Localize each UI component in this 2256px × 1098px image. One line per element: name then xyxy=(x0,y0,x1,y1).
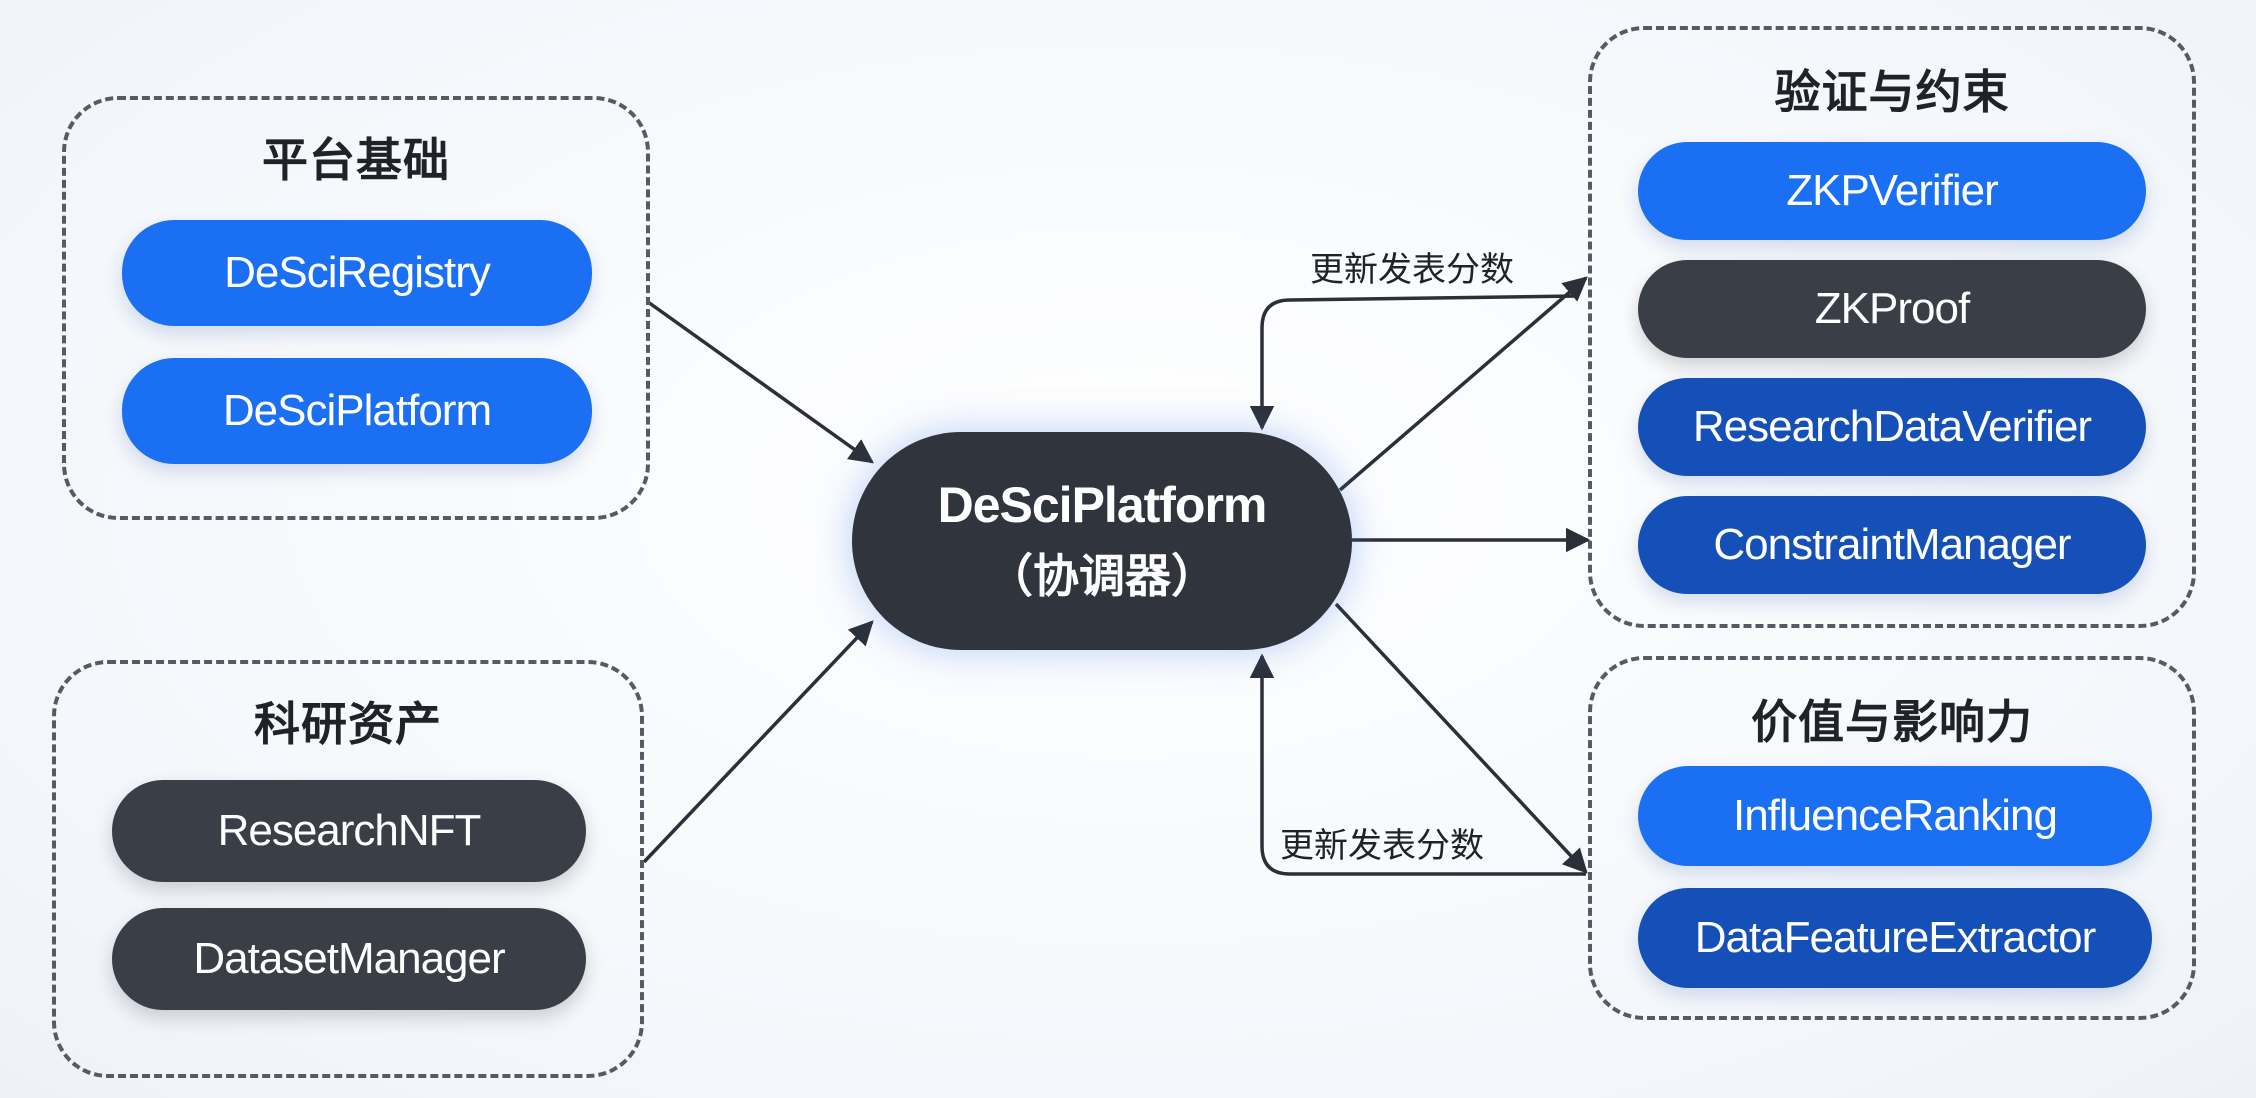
center-node-desciplatform-coordinator[interactable]: DeSciPlatform （协调器） xyxy=(852,432,1352,650)
node-constraintmanager[interactable]: ConstraintManager xyxy=(1638,496,2146,594)
node-datasetmanager[interactable]: DatasetManager xyxy=(112,908,586,1010)
node-researchnft[interactable]: ResearchNFT xyxy=(112,780,586,882)
group-title: 验证与约束 xyxy=(1774,65,2010,119)
node-datafeatureextractor[interactable]: DataFeatureExtractor xyxy=(1638,888,2152,988)
group-title: 平台基础 xyxy=(262,133,450,187)
group-research-assets: 科研资产 ResearchNFT DatasetManager xyxy=(52,660,644,1078)
node-influenceranking[interactable]: InfluenceRanking xyxy=(1638,766,2152,866)
arrow-assets-to-center xyxy=(642,620,874,864)
group-platform-foundation: 平台基础 DeSciRegistry DeSciPlatform xyxy=(62,96,650,520)
edge-label-bottom: 更新发表分数 xyxy=(1280,826,1484,866)
group-verification-constraints: 验证与约束 ZKPVerifier ZKProof ResearchDataVe… xyxy=(1588,26,2196,628)
arrow-center-to-verify-top xyxy=(1338,276,1588,492)
edge-label-top: 更新发表分数 xyxy=(1310,250,1514,290)
node-zkproof[interactable]: ZKProof xyxy=(1638,260,2146,358)
node-zkpverifier[interactable]: ZKPVerifier xyxy=(1638,142,2146,240)
loop-arrow-top xyxy=(1249,294,1579,431)
node-researchdataverifier[interactable]: ResearchDataVerifier xyxy=(1638,378,2146,476)
group-title: 科研资产 xyxy=(254,697,442,751)
node-desciplatform[interactable]: DeSciPlatform xyxy=(122,358,592,464)
center-node-name: DeSciPlatform xyxy=(937,477,1268,533)
arrow-platform-to-center xyxy=(646,300,874,464)
group-title: 价值与影响力 xyxy=(1751,695,2033,749)
center-node-role: （协调器） xyxy=(987,549,1217,603)
group-value-influence: 价值与影响力 InfluenceRanking DataFeatureExtra… xyxy=(1588,656,2196,1020)
node-desciregistry[interactable]: DeSciRegistry xyxy=(122,220,592,326)
